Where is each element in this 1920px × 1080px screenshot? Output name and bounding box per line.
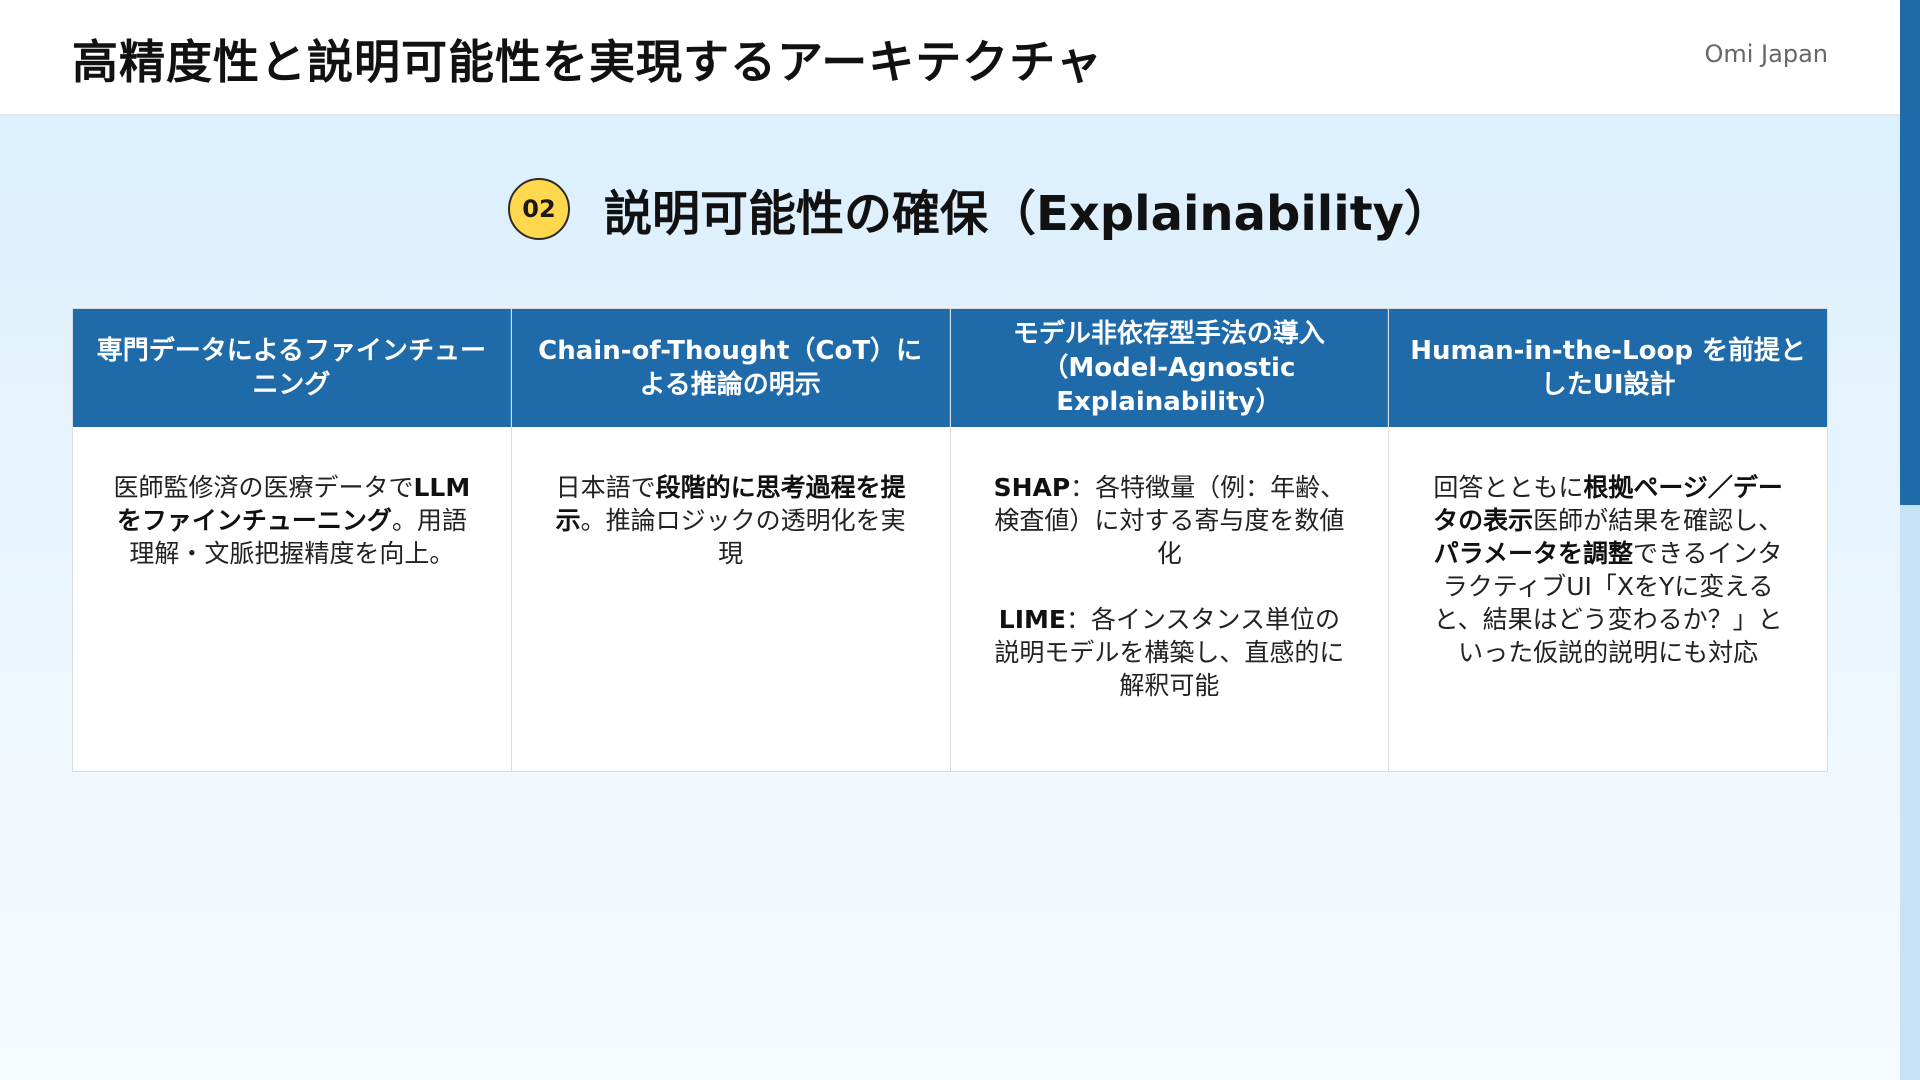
- section-heading: 02 説明可能性の確保（Explainability）: [508, 174, 1452, 244]
- body-paragraph: 日本語で段階的に思考過程を提示。推論ロジックの透明化を実現: [548, 471, 914, 570]
- body-text: 医師が結果を確認し、: [1533, 506, 1784, 535]
- column-header: Chain-of-Thought（CoT）による推論の明示: [511, 309, 950, 427]
- emphasis-text: パラメータを調整: [1433, 539, 1633, 568]
- body-paragraph: SHAP：各特徴量（例：年齢、検査値）に対する寄与度を数値化: [987, 471, 1353, 570]
- column-body: SHAP：各特徴量（例：年齢、検査値）に対する寄与度を数値化 LIME：各インスタ…: [951, 427, 1389, 771]
- section-title: 説明可能性の確保（Explainability）: [604, 186, 1452, 242]
- feature-column: 専門データによるファインチューニング 医師監修済の医療データでLLMをファインチ…: [73, 309, 512, 771]
- slide-content: 02 説明可能性の確保（Explainability） 専門データによるファイン…: [0, 116, 1900, 1080]
- body-text: 回答とともに: [1433, 473, 1584, 502]
- column-header: モデル非依存型手法の導入（Model-Agnostic Explainabili…: [950, 309, 1389, 427]
- feature-column: モデル非依存型手法の導入（Model-Agnostic Explainabili…: [950, 309, 1390, 771]
- body-paragraph: 回答とともに根拠ページ／データの表示医師が結果を確認し、パラメータを調整できるイ…: [1425, 471, 1791, 669]
- body-paragraph: LIME：各インスタンス単位の説明モデルを構築し、直感的に解釈可能: [987, 603, 1353, 702]
- emphasis-text: LIME: [998, 605, 1066, 634]
- feature-column: Human-in-the-Loop を前提としたUI設計 回答とともに根拠ページ…: [1389, 309, 1827, 771]
- body-text: 日本語で: [555, 473, 656, 502]
- feature-column: Chain-of-Thought（CoT）による推論の明示 日本語で段階的に思考…: [511, 309, 951, 771]
- emphasis-text: SHAP: [993, 473, 1071, 502]
- body-text: 。推論ロジックの透明化を実現: [580, 506, 906, 568]
- header-bar: 高精度性と説明可能性を実現するアーキテクチャ Omi Japan: [0, 0, 1900, 116]
- body-text: 医師監修済の医療データで: [113, 473, 414, 502]
- column-body: 日本語で段階的に思考過程を提示。推論ロジックの透明化を実現: [512, 427, 950, 771]
- column-body: 回答とともに根拠ページ／データの表示医師が結果を確認し、パラメータを調整できるイ…: [1389, 427, 1827, 771]
- brand-name: Omi Japan: [1704, 40, 1828, 68]
- body-paragraph: 医師監修済の医療データでLLMをファインチューニング。用語理解・文脈把握精度を向…: [109, 471, 475, 570]
- feature-table: 専門データによるファインチューニング 医師監修済の医療データでLLMをファインチ…: [72, 308, 1828, 772]
- column-header: Human-in-the-Loop を前提としたUI設計: [1389, 309, 1827, 427]
- section-number-badge: 02: [508, 178, 570, 240]
- column-body: 医師監修済の医療データでLLMをファインチューニング。用語理解・文脈把握精度を向…: [73, 427, 511, 771]
- page-title: 高精度性と説明可能性を実現するアーキテクチャ: [72, 35, 1103, 89]
- scrollbar-thumb[interactable]: [1900, 0, 1920, 505]
- column-header: 専門データによるファインチューニング: [73, 309, 511, 427]
